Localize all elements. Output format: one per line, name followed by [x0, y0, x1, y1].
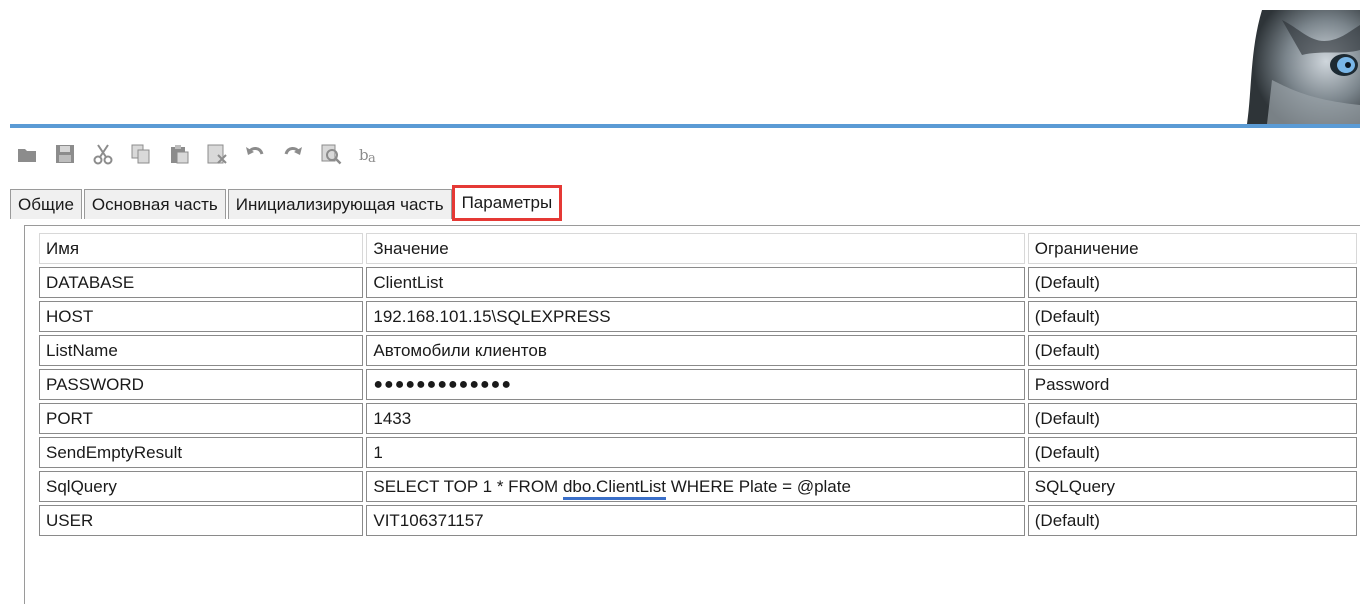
toolbar: ba	[14, 138, 382, 170]
param-constraint[interactable]: (Default)	[1027, 301, 1357, 332]
param-name[interactable]: HOST	[39, 301, 364, 332]
undo-icon[interactable]	[242, 141, 268, 167]
param-value[interactable]: 192.168.101.15\SQLEXPRESS	[366, 301, 1025, 332]
param-value[interactable]: VIT106371157	[366, 505, 1025, 536]
table-row[interactable]: SqlQuery SELECT TOP 1 * FROM dbo.ClientL…	[39, 471, 1357, 502]
param-value[interactable]: ClientList	[366, 267, 1025, 298]
table-row[interactable]: HOST 192.168.101.15\SQLEXPRESS (Default)	[39, 301, 1357, 332]
replace-icon[interactable]: ba	[356, 141, 382, 167]
delete-icon[interactable]	[204, 141, 230, 167]
param-name[interactable]: PASSWORD	[39, 369, 364, 400]
svg-text:a: a	[368, 151, 376, 165]
param-constraint[interactable]: (Default)	[1027, 267, 1357, 298]
sql-query-value[interactable]: SELECT TOP 1 * FROM dbo.ClientList WHERE…	[366, 471, 1025, 502]
table-row[interactable]: PASSWORD ●●●●●●●●●●●●● Password	[39, 369, 1357, 400]
cut-icon[interactable]	[90, 141, 116, 167]
sql-query-pre: SELECT TOP 1 * FROM	[373, 476, 563, 496]
param-name[interactable]: SqlQuery	[39, 471, 364, 502]
param-constraint[interactable]: (Default)	[1027, 335, 1357, 366]
param-constraint[interactable]: (Default)	[1027, 403, 1357, 434]
tab-main-part[interactable]: Основная часть	[83, 189, 226, 219]
param-name[interactable]: USER	[39, 505, 364, 536]
tab-init-part[interactable]: Инициализирующая часть	[227, 189, 452, 219]
parameters-table: Имя Значение Ограничение DATABASE Client…	[36, 230, 1360, 539]
wolf-logo	[1242, 10, 1360, 124]
param-name[interactable]: DATABASE	[39, 267, 364, 298]
copy-icon[interactable]	[128, 141, 154, 167]
param-name[interactable]: PORT	[39, 403, 364, 434]
password-field[interactable]: ●●●●●●●●●●●●●	[366, 369, 1025, 400]
header-divider	[10, 124, 1360, 128]
param-constraint[interactable]: (Default)	[1027, 437, 1357, 468]
redo-icon[interactable]	[280, 141, 306, 167]
open-folder-icon[interactable]	[14, 141, 40, 167]
column-header-constraint[interactable]: Ограничение	[1027, 233, 1357, 264]
param-constraint[interactable]: SQLQuery	[1027, 471, 1357, 502]
param-value[interactable]: 1433	[366, 403, 1025, 434]
paste-icon[interactable]	[166, 141, 192, 167]
param-constraint[interactable]: (Default)	[1027, 505, 1357, 536]
tab-parameters[interactable]: Параметры	[451, 185, 563, 221]
param-name[interactable]: ListName	[39, 335, 364, 366]
table-row[interactable]: ListName Автомобили клиентов (Default)	[39, 335, 1357, 366]
table-row[interactable]: USER VIT106371157 (Default)	[39, 505, 1357, 536]
column-header-name[interactable]: Имя	[39, 233, 364, 264]
tab-bar: Общие Основная часть Инициализирующая ча…	[10, 185, 563, 221]
tab-general[interactable]: Общие	[10, 189, 82, 219]
param-name[interactable]: SendEmptyResult	[39, 437, 364, 468]
save-icon[interactable]	[52, 141, 78, 167]
table-row[interactable]: PORT 1433 (Default)	[39, 403, 1357, 434]
sql-table-name-highlight: dbo.ClientList	[562, 476, 666, 500]
table-header-row: Имя Значение Ограничение	[39, 233, 1357, 264]
column-header-value[interactable]: Значение	[366, 233, 1025, 264]
table-row[interactable]: DATABASE ClientList (Default)	[39, 267, 1357, 298]
param-value[interactable]: 1	[366, 437, 1025, 468]
find-icon[interactable]	[318, 141, 344, 167]
param-constraint[interactable]: Password	[1027, 369, 1357, 400]
table-row[interactable]: SendEmptyResult 1 (Default)	[39, 437, 1357, 468]
sql-query-post: WHERE Plate = @plate	[665, 476, 851, 496]
header-banner	[0, 0, 1360, 124]
param-value[interactable]: Автомобили клиентов	[366, 335, 1025, 366]
